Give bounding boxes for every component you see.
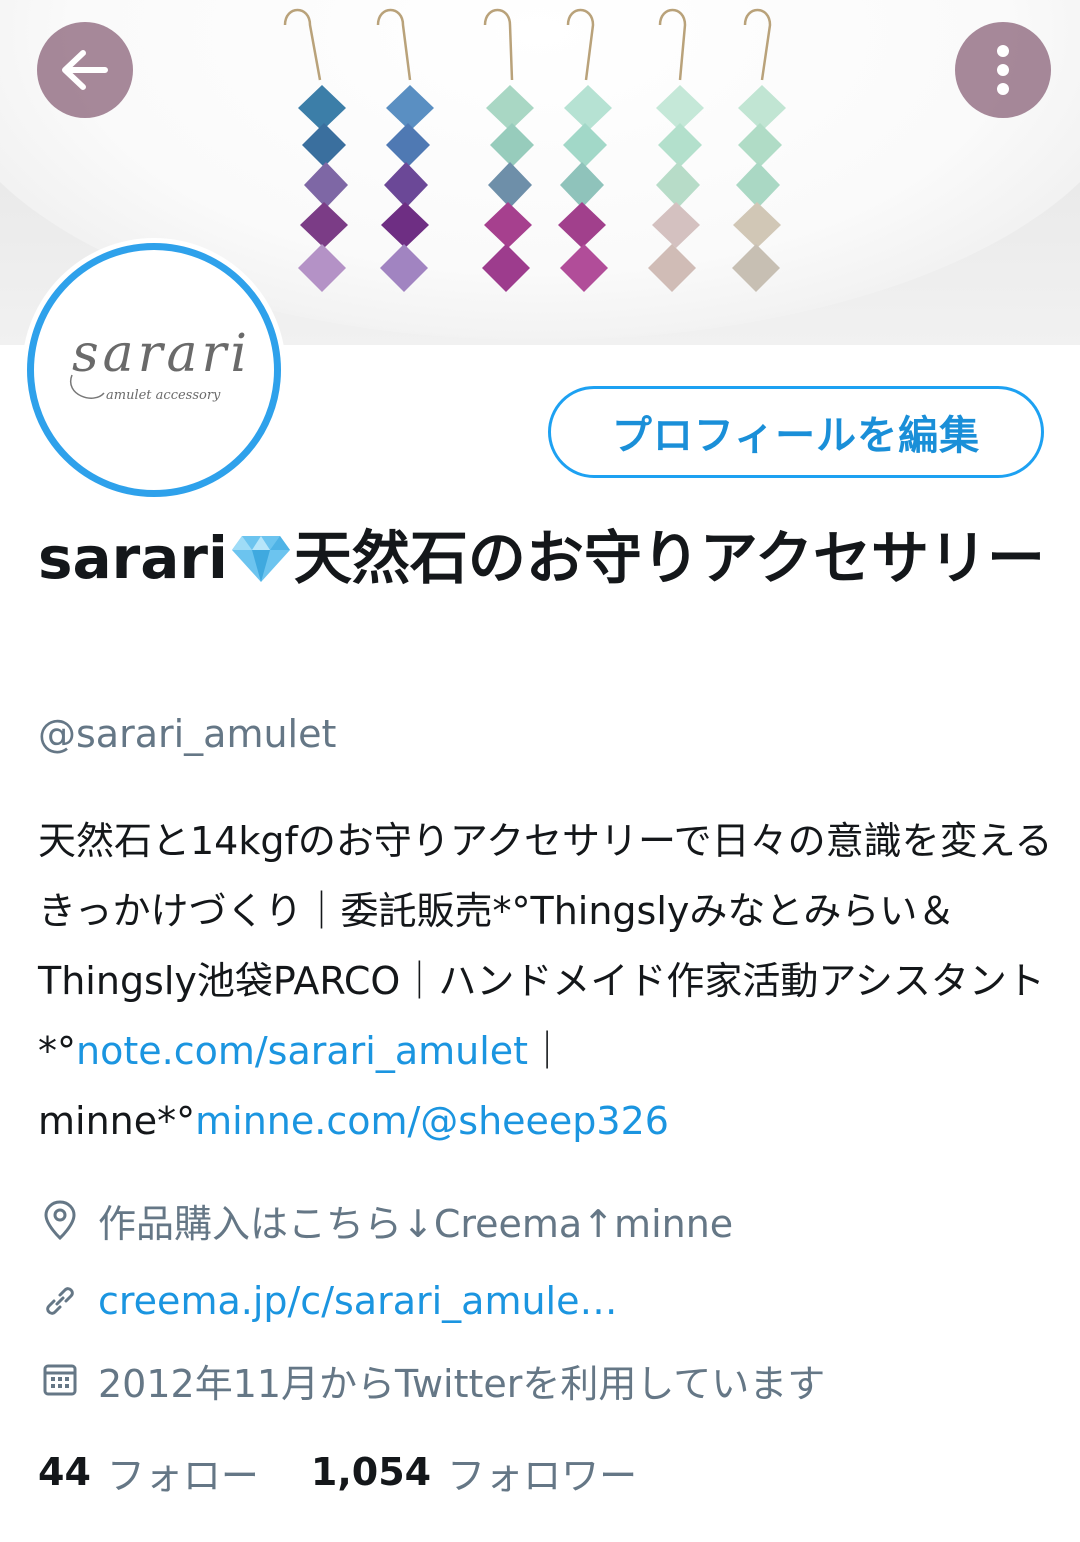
joined-text: 2012年11月からTwitterを利用しています <box>98 1361 826 1406</box>
arrow-left-icon <box>62 50 108 90</box>
gem-icon <box>231 536 290 582</box>
profile-joined-date: 2012年11月からTwitterを利用しています <box>38 1350 825 1410</box>
more-options-button[interactable] <box>955 22 1051 118</box>
link-icon <box>38 1279 82 1323</box>
location-text: 作品購入はこちら↓Creema↑minne <box>98 1201 734 1246</box>
calendar-icon <box>38 1358 82 1402</box>
following-link[interactable]: 44 フォロー <box>38 1445 259 1500</box>
display-name-part1: sarari <box>38 524 228 592</box>
follow-stats: 44 フォロー 1,054 フォロワー <box>38 1440 637 1504</box>
followers-count: 1,054 <box>310 1450 432 1494</box>
website-link[interactable]: creema.jp/c/sarari_amule… <box>98 1279 618 1323</box>
following-count: 44 <box>38 1450 91 1494</box>
username-handle: @sarari_amulet <box>38 712 337 756</box>
following-label: フォロー <box>106 1453 259 1498</box>
profile-bio: 天然石と14kgfのお守りアクセサリーで日々の意識を変えるきっかけづくり｜委託販… <box>38 806 1063 1156</box>
back-button[interactable] <box>37 22 133 118</box>
followers-link[interactable]: 1,054 フォロワー <box>311 1445 637 1500</box>
display-name-part2: 天然石のお守りアクセサリー <box>293 524 1045 592</box>
profile-avatar[interactable]: sarari amulet accessory <box>22 238 286 502</box>
sarari-logo: sarari amulet accessory <box>69 324 251 403</box>
more-vertical-icon <box>997 45 1009 95</box>
location-pin-icon <box>38 1198 82 1242</box>
logo-subtext: amulet accessory <box>106 388 221 403</box>
display-name: sarari 天然石のお守りアクセサリー <box>38 512 1048 604</box>
profile-location: 作品購入はこちら↓Creema↑minne <box>38 1190 733 1250</box>
bio-link-note[interactable]: note.com/sarari_amulet <box>76 1029 528 1073</box>
profile-website[interactable]: creema.jp/c/sarari_amule… <box>38 1271 618 1331</box>
edit-profile-button[interactable]: プロフィールを編集 <box>548 386 1044 478</box>
followers-label: フォロワー <box>447 1453 638 1498</box>
logo-wordmark: sarari <box>72 324 251 384</box>
bio-link-minne[interactable]: minne.com/@sheeep326 <box>195 1099 669 1143</box>
avatar-ring: sarari amulet accessory <box>27 243 281 497</box>
